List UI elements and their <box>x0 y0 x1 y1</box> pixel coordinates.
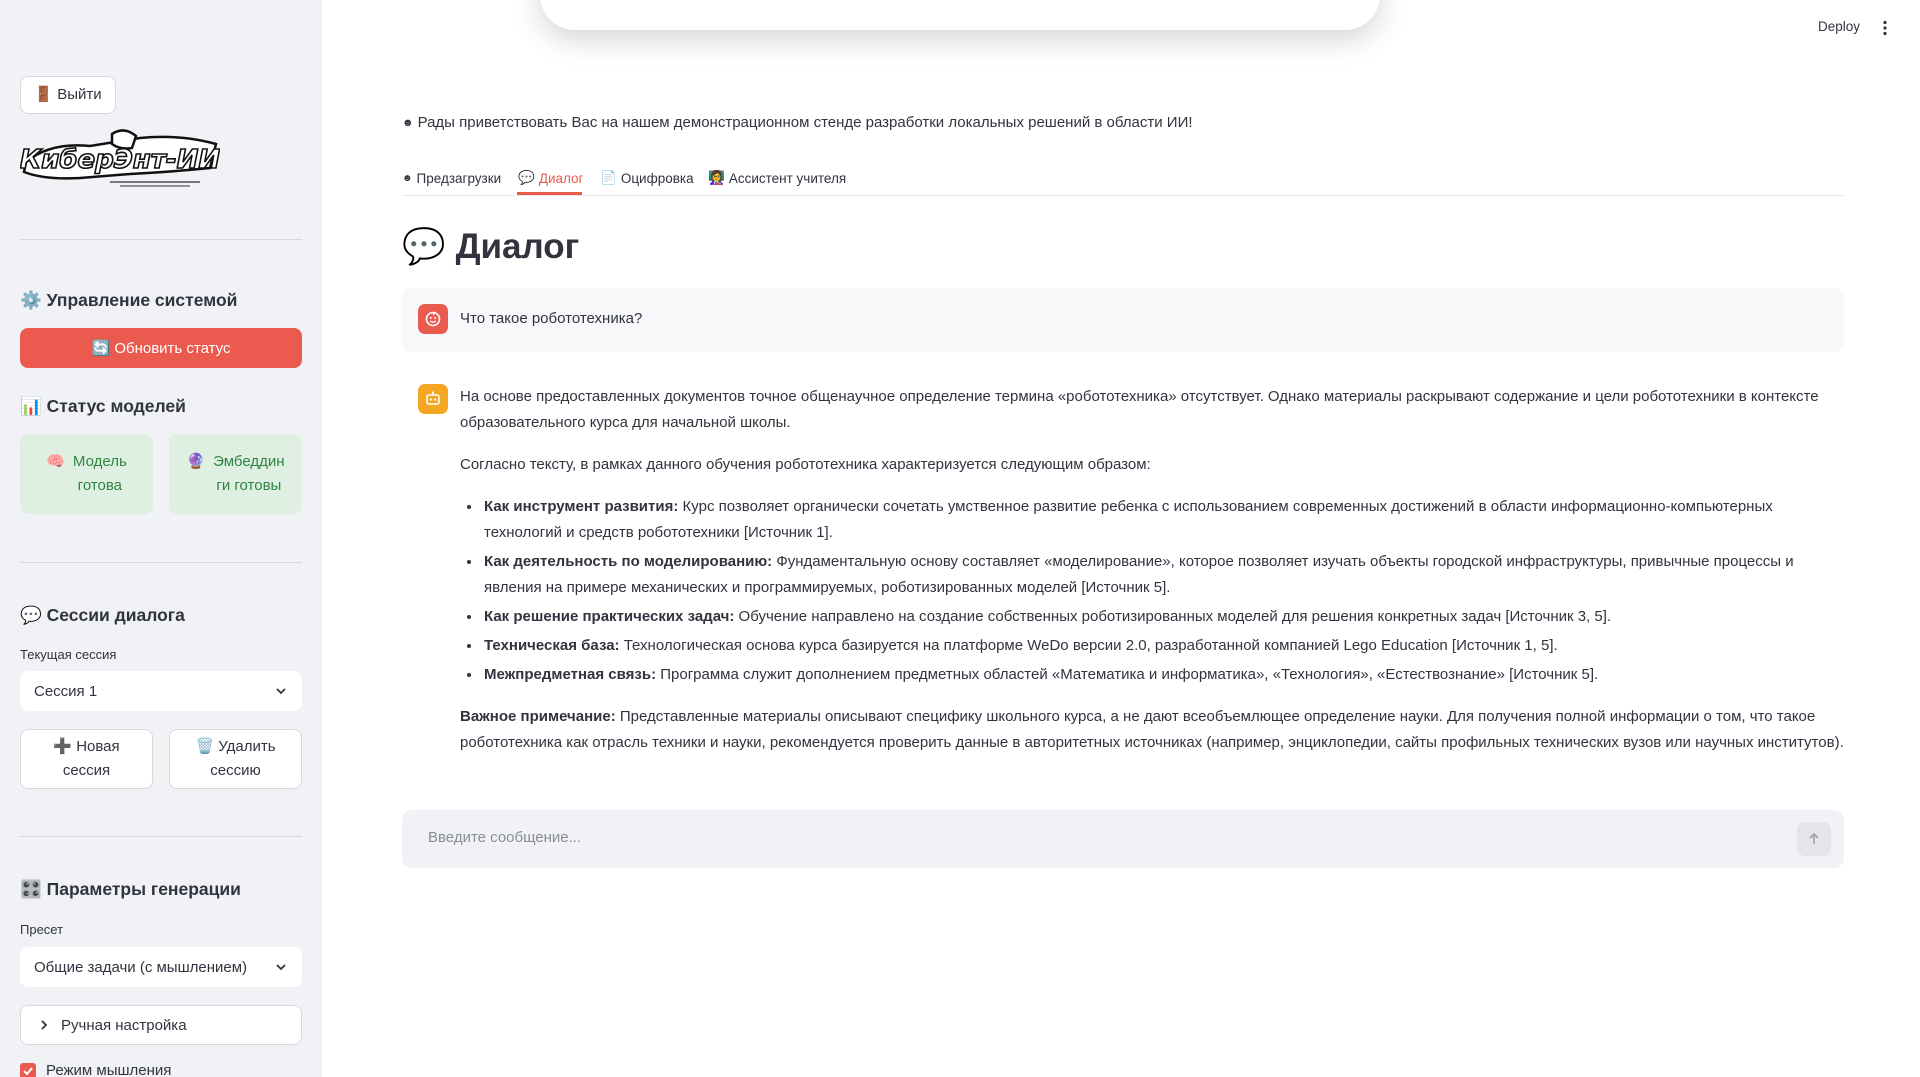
answer-paragraph: Согласно тексту, в рамках данного обучен… <box>460 456 1151 473</box>
brain-icon: 🧠 <box>46 453 65 470</box>
tab-bar: ☻ Предзагрузки 💬 Диалог 📄 Оцифровка 👩‍🏫 … <box>402 160 1844 196</box>
sidebar-divider <box>20 562 302 563</box>
answer-list: Как инструмент развития: Курс позволяет … <box>482 494 1844 688</box>
assistant-avatar-icon <box>418 384 448 414</box>
thinking-mode-label: Режим мышления <box>46 1062 172 1077</box>
manual-settings-expander[interactable]: Ручная настройка <box>20 1005 302 1045</box>
models-section-title: 📊 Статус моделей <box>20 396 186 416</box>
model-status-card: 🧠 Модель готова <box>20 434 153 514</box>
user-avatar-icon <box>418 304 448 334</box>
sessions-section-title: 💬 Сессии диалога <box>20 605 185 625</box>
tab-digitization[interactable]: 📄 Оцифровка <box>600 164 694 192</box>
session-select-value: Сессия 1 <box>34 682 98 700</box>
active-tab-indicator <box>517 192 582 195</box>
logo-text: КиберЭнт-ИИ <box>20 145 220 175</box>
preset-select-value: Общие задачи (с мышлением) <box>34 958 248 976</box>
chat-input[interactable]: Введите сообщение... <box>402 810 1844 868</box>
assistant-message: На основе предоставленных документов точ… <box>460 384 1844 772</box>
thinking-mode-checkbox[interactable]: Режим мышления <box>20 1062 171 1077</box>
preset-select[interactable]: Общие задачи (с мышлением) <box>20 947 302 987</box>
chevron-down-icon <box>276 688 286 695</box>
logo: КиберЭнт-ИИ <box>20 129 220 187</box>
current-session-label: Текущая сессия <box>20 647 117 662</box>
list-item: Как инструмент развития: Курс позволяет … <box>482 494 1844 546</box>
preset-label: Пресет <box>20 922 64 937</box>
teacher-icon: 👩‍🏫 <box>708 170 725 185</box>
answer-paragraph: На основе предоставленных документов точ… <box>460 388 1819 431</box>
list-item: Техническая база: Технологическая основа… <box>482 633 1844 659</box>
sidebar-divider <box>20 836 302 837</box>
logout-button-label: 🚪 Выйти <box>34 86 102 103</box>
arrow-up-icon <box>1809 832 1819 844</box>
delete-session-button[interactable]: 🗑️ Удалить сессию <box>169 729 302 789</box>
chevron-right-icon <box>41 1020 48 1030</box>
tab-dialog[interactable]: 💬 Диалог <box>518 164 583 192</box>
sidebar: 🚪 Выйти КиберЭнт-ИИ ⚙️ Управление систем… <box>0 0 322 1077</box>
top-shadow-decoration <box>540 0 1380 30</box>
smile-icon: ☻ <box>402 116 414 129</box>
crystal-ball-icon: 🔮 <box>186 453 206 470</box>
list-item: Как решение практических задач: Обучение… <box>482 604 1844 630</box>
send-button[interactable] <box>1797 822 1831 856</box>
smile-icon: ☻ <box>402 172 413 184</box>
deploy-button[interactable]: Deploy <box>1818 19 1860 34</box>
checkmark-icon[interactable] <box>20 1062 36 1077</box>
chevron-down-icon <box>276 964 286 971</box>
chat-input-placeholder: Введите сообщение... <box>428 829 582 846</box>
document-icon: 📄 <box>600 170 617 185</box>
new-session-button[interactable]: ➕ Новая сессия <box>20 729 153 789</box>
more-menu-icon[interactable] <box>1882 20 1888 36</box>
embeddings-status-card: 🔮 Эмбеддин ги готовы <box>169 434 302 514</box>
tab-teacher-assistant[interactable]: 👩‍🏫 Ассистент учителя <box>708 164 846 192</box>
manual-settings-label: Ручная настройка <box>61 1016 187 1034</box>
tab-preloads[interactable]: ☻ Предзагрузки <box>402 164 501 192</box>
welcome-banner: ☻ Рады приветствовать Вас на нашем демон… <box>402 114 1193 131</box>
logout-button[interactable]: 🚪 Выйти <box>20 76 116 114</box>
refresh-status-label: 🔄 Обновить статус <box>91 340 231 357</box>
refresh-status-button[interactable]: 🔄 Обновить статус <box>20 328 302 368</box>
session-select[interactable]: Сессия 1 <box>20 671 302 711</box>
speech-bubble-icon: 💬 <box>518 170 535 185</box>
list-item: Межпредметная связь: Программа служит до… <box>482 662 1844 688</box>
user-message-text: Что такое робототехника? <box>460 310 643 327</box>
system-section-title: ⚙️ Управление системой <box>20 290 238 310</box>
answer-note: Важное примечание: Представленные матери… <box>460 708 1844 751</box>
list-item: Как деятельность по моделированию: Фунда… <box>482 549 1844 601</box>
sidebar-divider <box>20 239 302 240</box>
speech-bubble-icon: 💬 <box>402 227 446 266</box>
generation-section-title: 🎛️ Параметры генерации <box>20 879 241 899</box>
page-title: 💬 Диалог <box>402 226 580 267</box>
welcome-text: Рады приветствовать Вас на нашем демонст… <box>417 114 1193 131</box>
